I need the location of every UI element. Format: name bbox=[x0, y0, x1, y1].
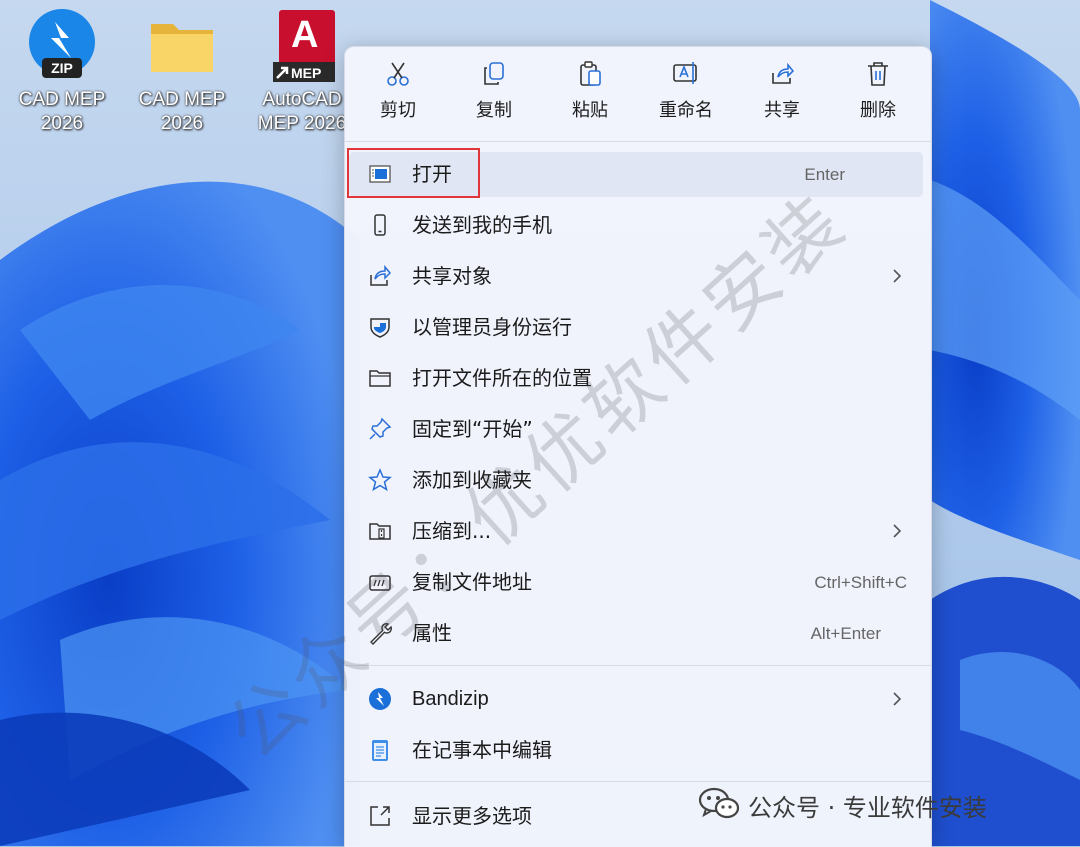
delete-label: 删除 bbox=[860, 100, 896, 121]
menu-item-properties[interactable]: 属性 Alt+Enter bbox=[345, 609, 931, 657]
share-icon bbox=[370, 264, 392, 286]
share-icon bbox=[772, 62, 794, 84]
desktop-icon-label-line1: CAD MEP bbox=[138, 89, 226, 110]
cut-label: 剪切 bbox=[380, 100, 416, 121]
cut-button[interactable]: 剪切 bbox=[358, 61, 438, 122]
mep-badge: MEP bbox=[291, 65, 322, 81]
shield-icon bbox=[370, 318, 390, 338]
menu-separator bbox=[345, 141, 931, 142]
wechat-footer-mark: 公众号 · 专业软件安装 bbox=[698, 786, 987, 822]
menu-item-label: 在记事本中编辑 bbox=[412, 738, 552, 762]
copy-button[interactable]: 复制 bbox=[454, 61, 534, 122]
copy-label: 复制 bbox=[476, 100, 512, 121]
star-icon bbox=[368, 468, 392, 492]
desktop-icon-label-line2: 2026 bbox=[160, 113, 204, 134]
menu-item-edit-in-notepad[interactable]: 在记事本中编辑 bbox=[345, 726, 931, 774]
menu-separator bbox=[345, 781, 931, 782]
menu-item-label: 显示更多选项 bbox=[412, 804, 532, 828]
menu-item-label: 共享对象 bbox=[412, 264, 492, 288]
menu-item-compress-to[interactable]: 压缩到... bbox=[345, 507, 931, 555]
menu-item-label: 固定到“开始” bbox=[412, 417, 533, 441]
menu-item-pin-to-start[interactable]: 固定到“开始” bbox=[345, 405, 931, 453]
menu-item-label: 压缩到... bbox=[412, 519, 492, 543]
scissors-icon bbox=[387, 62, 409, 86]
share-label: 共享 bbox=[764, 100, 800, 121]
copy-icon bbox=[484, 62, 504, 85]
desktop-icon-label-line2: MEP 2026 bbox=[257, 113, 347, 134]
desktop-icon-zip[interactable]: ZIP CAD MEP 2026 bbox=[12, 8, 112, 136]
desktop-icon-folder[interactable]: CAD MEP 2026 bbox=[132, 8, 232, 136]
menu-item-run-as-admin[interactable]: 以管理员身份运行 bbox=[345, 303, 931, 351]
paste-button[interactable]: 粘贴 bbox=[550, 61, 630, 122]
chevron-right-icon bbox=[893, 524, 902, 538]
wechat-icon bbox=[698, 787, 740, 819]
chevron-right-icon bbox=[893, 269, 902, 283]
menu-item-label: 打开文件所在的位置 bbox=[412, 366, 592, 390]
notepad-icon bbox=[372, 740, 388, 761]
menu-item-label: 发送到我的手机 bbox=[412, 213, 552, 237]
folder-icon bbox=[151, 24, 213, 72]
wrench-icon bbox=[370, 623, 392, 645]
desktop-icon-label-line1: CAD MEP bbox=[18, 89, 106, 110]
paste-label: 粘贴 bbox=[572, 100, 608, 121]
zip-badge: ZIP bbox=[51, 60, 73, 76]
menu-item-add-to-favorites[interactable]: 添加到收藏夹 bbox=[345, 456, 931, 504]
copy-path-icon bbox=[369, 575, 391, 591]
menu-item-open-file-location[interactable]: 打开文件所在的位置 bbox=[345, 354, 931, 402]
menu-item-shortcut: Alt+Enter bbox=[810, 624, 881, 643]
wechat-footer-text: 公众号 · 专业软件安装 bbox=[748, 794, 987, 822]
autocad-letter: A bbox=[291, 14, 319, 56]
delete-button[interactable]: 删除 bbox=[838, 61, 918, 122]
rename-button[interactable]: 重命名 bbox=[646, 61, 726, 122]
context-menu-toolbar: 剪切 复制 粘贴 重命名 共享 删除 bbox=[345, 47, 931, 139]
desktop-icon-autocad-mep[interactable]: A MEP AutoCAD MEP 2026 bbox=[252, 8, 352, 136]
desktop-icon-label-line2: 2026 bbox=[40, 113, 84, 134]
share-button[interactable]: 共享 bbox=[742, 61, 822, 122]
menu-item-label: 属性 bbox=[412, 621, 452, 645]
desktop-icon-label-line1: AutoCAD bbox=[262, 89, 342, 110]
rename-label: 重命名 bbox=[659, 100, 713, 121]
phone-icon bbox=[374, 214, 386, 236]
rename-icon bbox=[673, 62, 697, 84]
menu-item-label: 以管理员身份运行 bbox=[412, 315, 572, 339]
menu-item-label: 添加到收藏夹 bbox=[412, 468, 532, 492]
pin-icon bbox=[369, 417, 392, 440]
chevron-right-icon bbox=[893, 692, 902, 706]
menu-item-share-with[interactable]: 共享对象 bbox=[345, 252, 931, 300]
menu-item-shortcut: Enter bbox=[804, 165, 845, 184]
bandizip-icon bbox=[369, 688, 391, 710]
menu-separator bbox=[345, 665, 931, 666]
menu-item-label: Bandizip bbox=[412, 688, 489, 710]
menu-item-send-to-phone[interactable]: 发送到我的手机 bbox=[345, 201, 931, 249]
more-options-icon bbox=[370, 806, 390, 826]
menu-item-shortcut: Ctrl+Shift+C bbox=[814, 573, 907, 592]
zip-folder-icon bbox=[369, 523, 391, 540]
folder-icon bbox=[369, 370, 391, 387]
menu-item-copy-as-path[interactable]: 复制文件地址 Ctrl+Shift+C bbox=[345, 558, 931, 606]
menu-item-bandizip[interactable]: Bandizip bbox=[345, 675, 931, 723]
highlight-box bbox=[347, 148, 480, 198]
menu-item-label: 复制文件地址 bbox=[412, 570, 532, 594]
context-menu: 剪切 复制 粘贴 重命名 共享 删除 打开 Enter 发送到我的手机 共享对象… bbox=[344, 46, 932, 847]
paste-icon bbox=[580, 61, 601, 86]
trash-icon bbox=[868, 62, 888, 86]
